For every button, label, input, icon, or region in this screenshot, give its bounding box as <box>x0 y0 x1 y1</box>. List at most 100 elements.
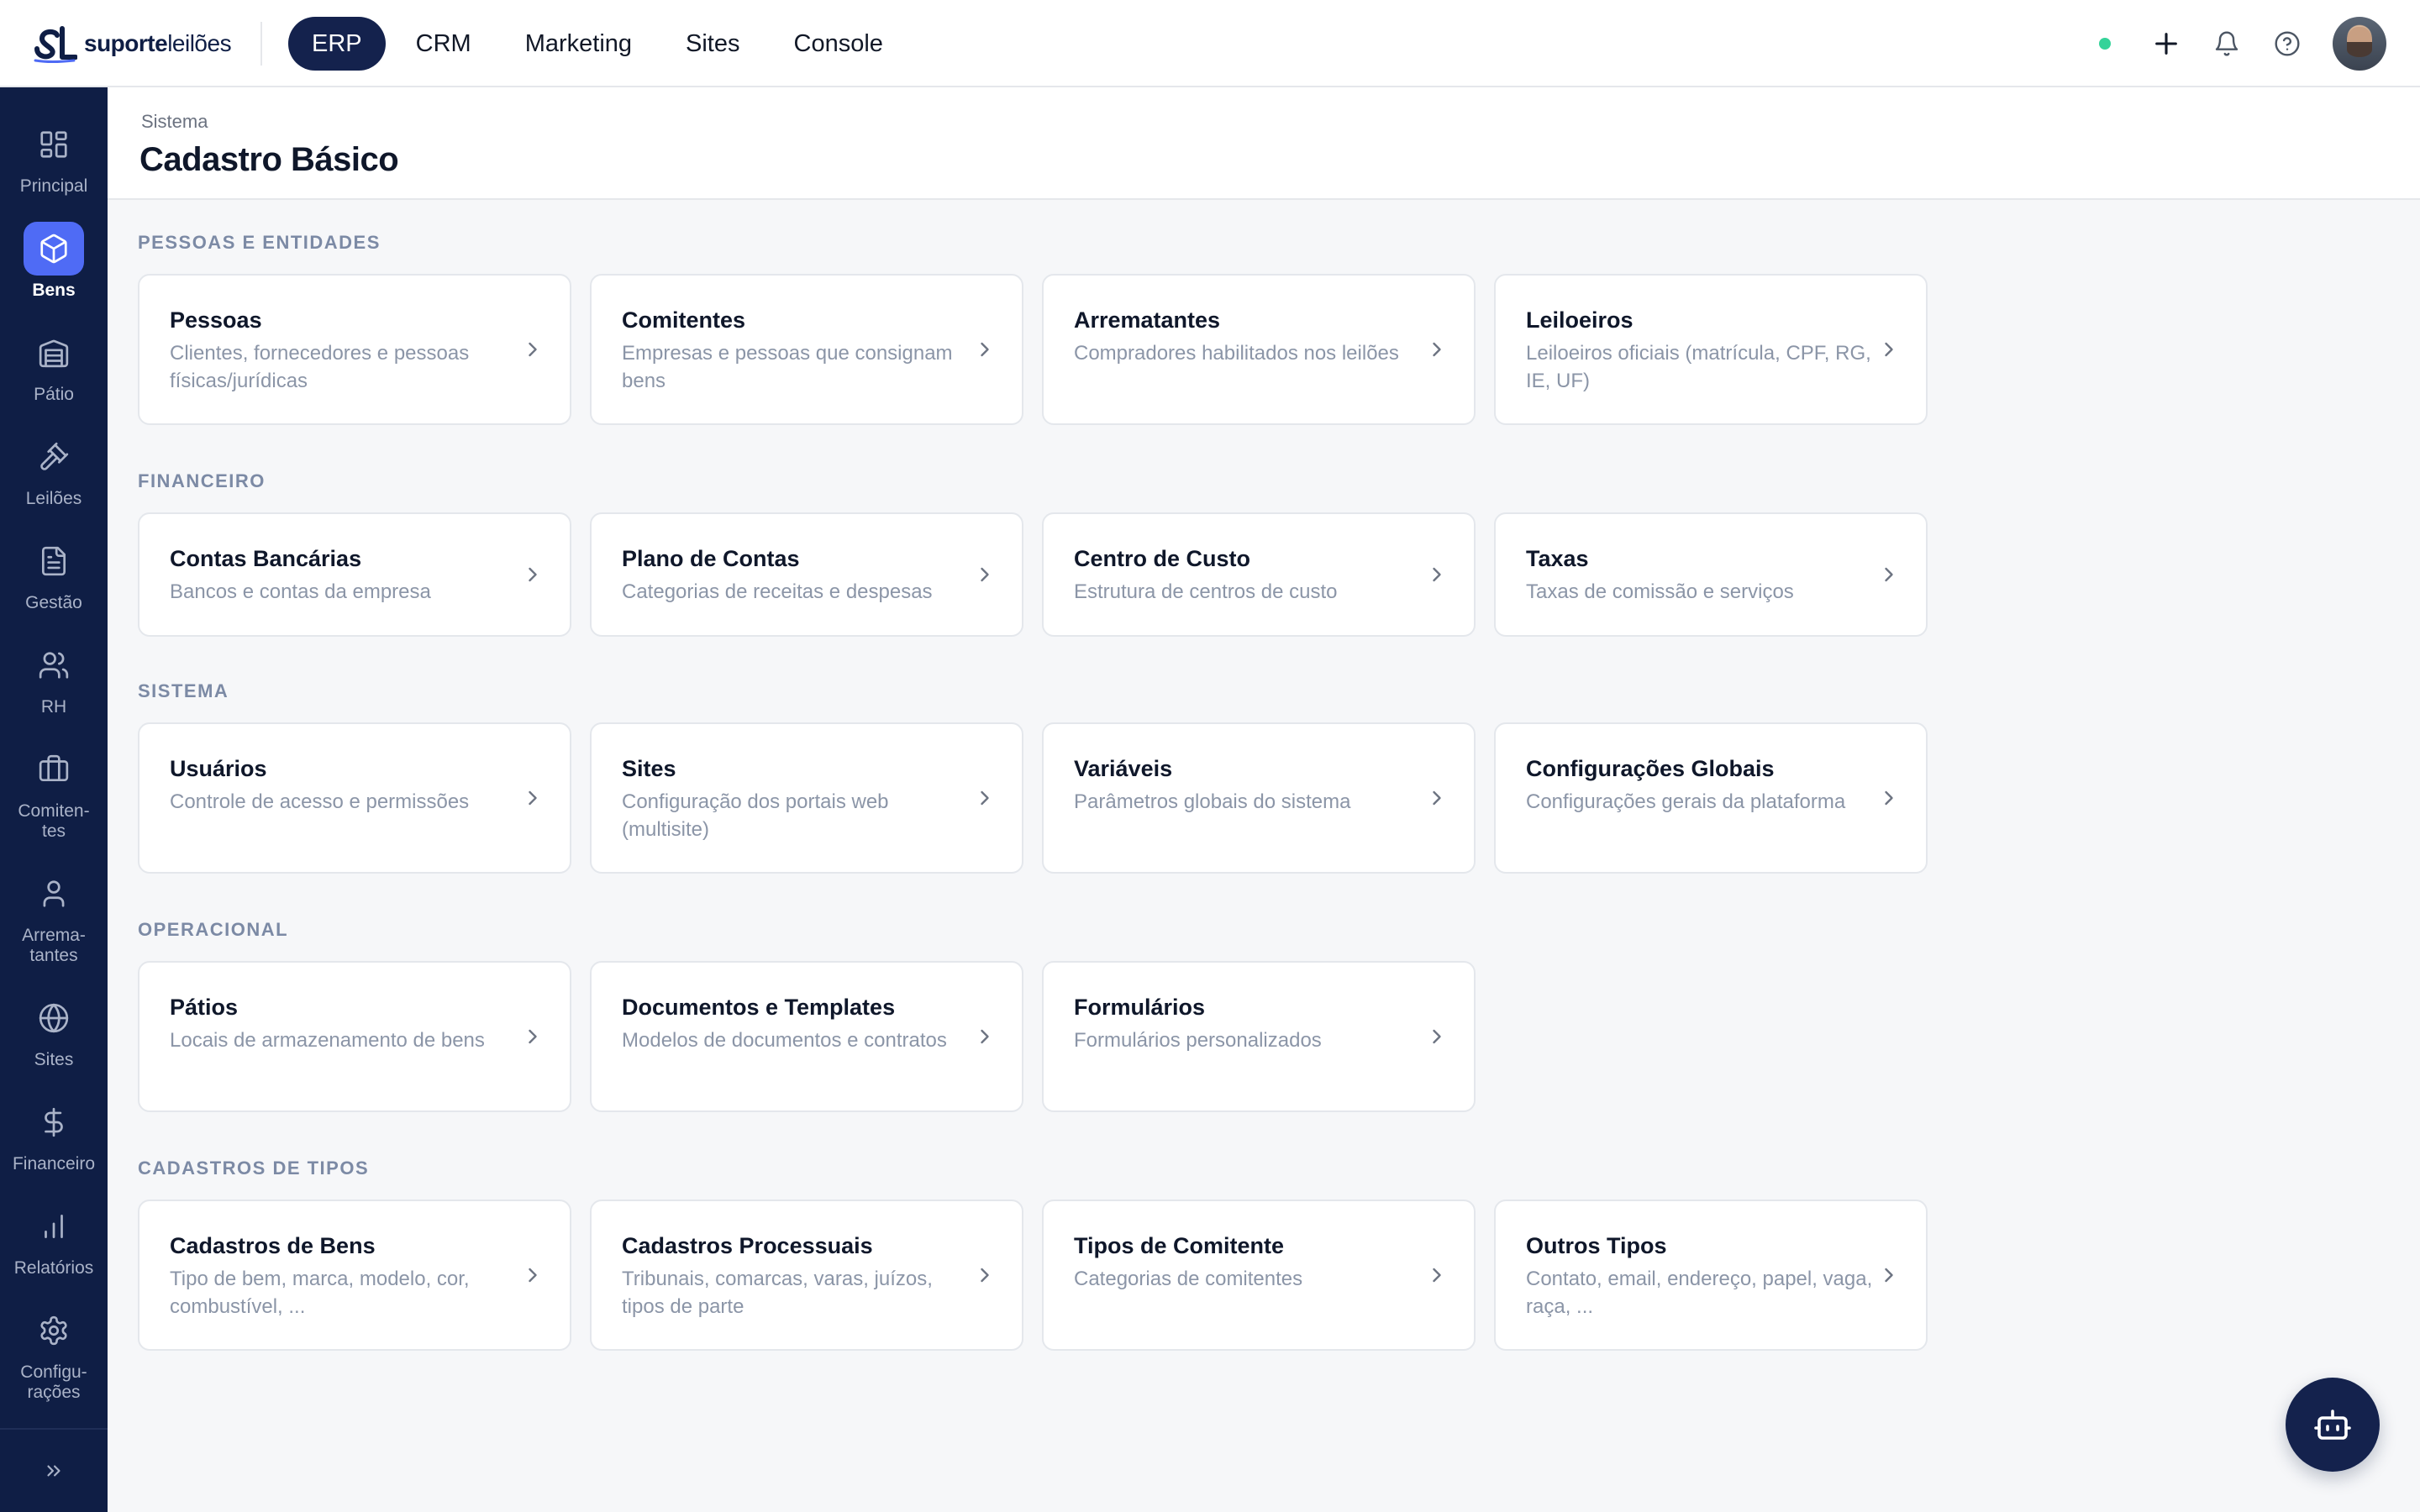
card-contas-bancarias[interactable]: Contas Bancárias Bancos e contas da empre… <box>138 512 571 637</box>
card-description: Controle de acesso e permissões <box>170 790 470 813</box>
brand-mark-icon <box>34 26 77 63</box>
grid-icon <box>24 118 84 171</box>
card-formularios[interactable]: Formulários Formulários personalizados <box>1042 961 1476 1112</box>
card-description: Taxas de comissão e serviços <box>1526 580 1794 603</box>
card-title: Outros Tipos <box>1526 1233 1667 1258</box>
sidebar-expand-button[interactable] <box>0 1428 108 1512</box>
topnav-console[interactable]: Console <box>771 17 907 71</box>
sidebar-item-label: Pátio <box>34 385 74 404</box>
sidebar-item-label: Gestão <box>25 593 82 612</box>
card-title: Taxas <box>1526 546 1589 571</box>
chevron-right-icon <box>1425 1025 1449 1048</box>
top-bar: suporteleilões ERP CRM Marketing Sites Conso… <box>0 0 2420 87</box>
card-cadastros-de-bens[interactable]: Cadastros de Bens Tipo de bem, marca, mod… <box>138 1200 571 1351</box>
sidebar-item-configuracoes[interactable]: Configu- rações <box>0 1304 108 1403</box>
sidebar-item-label: Configu- rações <box>20 1362 87 1402</box>
plus-icon[interactable] <box>2148 25 2185 62</box>
card-taxas[interactable]: Taxas Taxas de comissão e serviços <box>1494 512 1928 637</box>
topnav-marketing[interactable]: Marketing <box>502 17 655 71</box>
sidebar-item-rh[interactable]: RH <box>0 638 108 717</box>
card-tipos-de-comitente[interactable]: Tipos de Comitente Categorias de comitent… <box>1042 1200 1476 1351</box>
chevron-right-icon <box>1425 1263 1449 1287</box>
card-description: Estrutura de centros de custo <box>1074 580 1338 603</box>
bell-icon[interactable] <box>2208 25 2245 62</box>
card-description: Clientes, fornecedores e pessoas físicas… <box>170 342 470 392</box>
chevron-right-icon <box>1877 338 1901 361</box>
double-chevron-right-icon <box>47 1465 60 1477</box>
topnav-erp[interactable]: ERP <box>288 17 386 71</box>
card-description: Configuração dos portais web (multisite) <box>622 790 889 841</box>
section-title-financeiro: FINANCEIRO <box>138 470 266 491</box>
sidebar: Principal Bens Pátio Leilões Gestão RH Comiten… <box>0 87 108 1512</box>
sidebar-item-leiloes[interactable]: Leilões <box>0 430 108 509</box>
user-avatar[interactable] <box>2333 17 2386 71</box>
card-leiloeiros[interactable]: Leiloeiros Leiloeiros oficiais (matrícula… <box>1494 274 1928 425</box>
card-comitentes[interactable]: Comitentes Empresas e pessoas que consign… <box>590 274 1023 425</box>
card-title: Variáveis <box>1074 756 1173 781</box>
card-description: Contato, email, endereço, papel, vaga, r… <box>1526 1268 1873 1318</box>
user-icon <box>24 867 84 921</box>
card-usuarios[interactable]: Usuários Controle de acesso e permissões <box>138 722 571 874</box>
robot-icon <box>2314 1410 2351 1440</box>
assistant-bot-button[interactable] <box>2286 1378 2380 1472</box>
chevron-right-icon <box>521 563 544 586</box>
sidebar-item-principal[interactable]: Principal <box>0 118 108 197</box>
card-title: Contas Bancárias <box>170 546 362 571</box>
page-title: Cadastro Básico <box>139 141 399 178</box>
logo-divider <box>260 22 262 66</box>
sidebar-item-patio[interactable]: Pátio <box>0 326 108 405</box>
breadcrumb[interactable]: Sistema <box>141 111 208 133</box>
sidebar-item-arrematantes[interactable]: Arrema- tantes <box>0 867 108 966</box>
card-description: Compradores habilitados nos leilões <box>1074 342 1399 365</box>
card-cadastros-processuais[interactable]: Cadastros Processuais Tribunais, comarcas… <box>590 1200 1023 1351</box>
topnav-sites[interactable]: Sites <box>662 17 763 71</box>
sidebar-item-bens[interactable]: Bens <box>0 222 108 301</box>
globe-icon <box>24 991 84 1045</box>
chevron-right-icon <box>1425 786 1449 810</box>
sidebar-item-label: Comiten- tes <box>18 801 90 841</box>
chevron-right-icon <box>973 563 997 586</box>
card-title: Centro de Custo <box>1074 546 1251 571</box>
card-plano-de-contas[interactable]: Plano de Contas Categorias de receitas e … <box>590 512 1023 637</box>
chevron-right-icon <box>1877 786 1901 810</box>
sidebar-item-label: Bens <box>32 281 76 300</box>
section-title-operacional: OPERACIONAL <box>138 919 289 940</box>
sidebar-item-label: Arrema- tantes <box>22 926 86 965</box>
card-title: Cadastros de Bens <box>170 1233 376 1258</box>
card-sites[interactable]: Sites Configuração dos portais web (multi… <box>590 722 1023 874</box>
card-outros-tipos[interactable]: Outros Tipos Contato, email, endereço, pa… <box>1494 1200 1928 1351</box>
card-patios[interactable]: Pátios Locais de armazenamento de bens <box>138 961 571 1112</box>
chevron-right-icon <box>521 1025 544 1048</box>
sidebar-item-label: Principal <box>19 176 88 196</box>
sidebar-item-comitentes[interactable]: Comiten- tes <box>0 743 108 842</box>
card-documentos-e-templates[interactable]: Documentos e Templates Modelos de documen… <box>590 961 1023 1112</box>
card-title: Pessoas <box>170 307 262 333</box>
sidebar-item-relatorios[interactable]: Relatórios <box>0 1200 108 1278</box>
help-icon[interactable] <box>2269 25 2306 62</box>
card-description: Formulários personalizados <box>1074 1029 1322 1052</box>
gavel-icon <box>24 430 84 484</box>
document-icon <box>24 534 84 588</box>
card-variaveis[interactable]: Variáveis Parâmetros globais do sistema <box>1042 722 1476 874</box>
card-description: Tribunais, comarcas, varas, juízos, tipo… <box>622 1268 933 1318</box>
sidebar-item-label: Financeiro <box>12 1154 96 1173</box>
sidebar-item-financeiro[interactable]: Financeiro <box>0 1095 108 1174</box>
sidebar-item-label: RH <box>40 697 67 717</box>
topnav-crm[interactable]: CRM <box>392 17 495 71</box>
card-centro-de-custo[interactable]: Centro de Custo Estrutura de centros de c… <box>1042 512 1476 637</box>
online-status-dot <box>2099 38 2111 50</box>
card-arrematantes[interactable]: Arrematantes Compradores habilitados nos … <box>1042 274 1476 425</box>
building-icon <box>24 326 84 380</box>
sidebar-item-sites[interactable]: Sites <box>0 991 108 1070</box>
card-description: Empresas e pessoas que consignam bens <box>622 342 953 392</box>
card-description: Configurações gerais da plataforma <box>1526 790 1846 813</box>
chevron-right-icon <box>1425 338 1449 361</box>
brand-logo[interactable]: suporteleilões <box>34 24 232 64</box>
card-configuracoes-globais[interactable]: Configurações Globais Configurações gerai… <box>1494 722 1928 874</box>
section-title-pessoas-e-entidades: PESSOAS E ENTIDADES <box>138 232 381 253</box>
top-navigation: ERP CRM Marketing Sites Console <box>288 17 907 71</box>
sidebar-item-label: Sites <box>34 1050 74 1069</box>
card-title: Leiloeiros <box>1526 307 1634 333</box>
card-pessoas[interactable]: Pessoas Clientes, fornecedores e pessoas … <box>138 274 571 425</box>
sidebar-item-gestao[interactable]: Gestão <box>0 534 108 613</box>
